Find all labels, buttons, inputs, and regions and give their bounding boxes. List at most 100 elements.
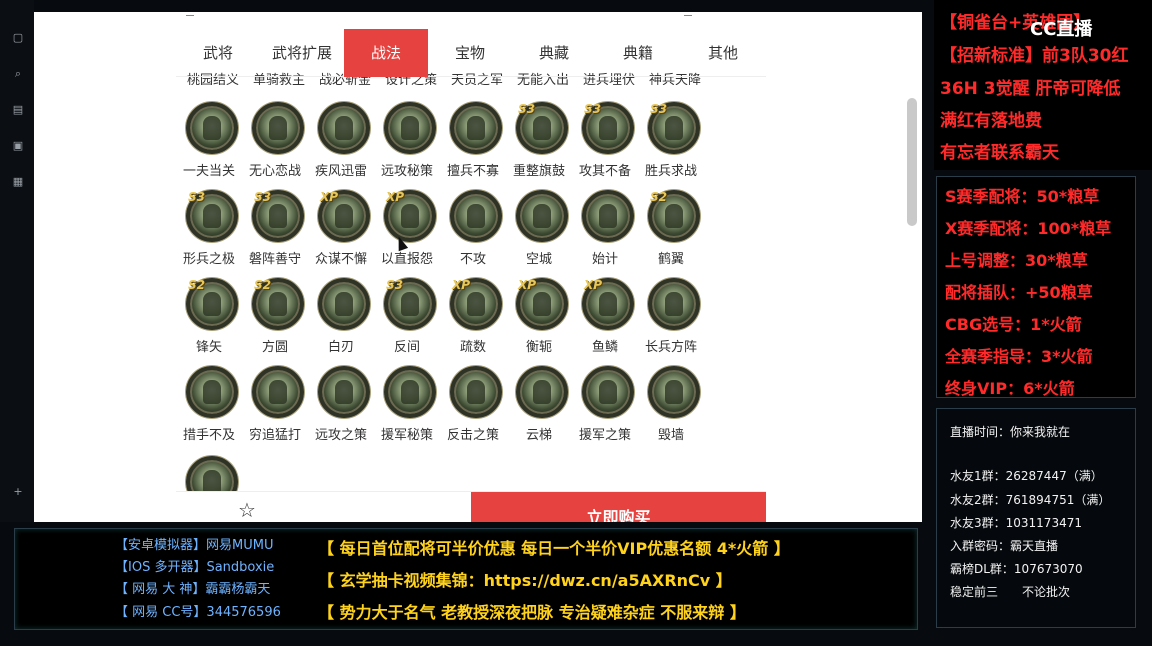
skill-label: 疏数 [459, 340, 486, 355]
skill-item[interactable]: 疾风迅雷 [308, 102, 374, 190]
skill-medal-icon [252, 366, 304, 418]
skill-item[interactable]: S3 攻其不备 [572, 102, 638, 190]
skill-item[interactable]: XP 疏数 [440, 278, 506, 366]
page-icon[interactable]: ▤ [12, 104, 24, 116]
skill-item[interactable]: 毁墙 [638, 366, 704, 454]
stream-screen: ▢ ⌕ ▤ ▣ ▦ + 桃园结义 单骑救主 战必斩金 设计之策 天员之军 无能入… [0, 0, 1152, 646]
skill-medal-icon [318, 366, 370, 418]
skill-medal-icon: S3 [384, 278, 436, 330]
bottom-bar: ☆ 立即购买 [176, 491, 766, 522]
skill-medal-icon: S2 [186, 278, 238, 330]
tab-diancang[interactable]: 典藏 [512, 29, 596, 77]
skill-item[interactable]: 空城 [506, 190, 572, 278]
season-badge: S2 [188, 278, 205, 292]
skill-item[interactable]: XP 鱼鳞 [572, 278, 638, 366]
skill-item[interactable]: 远攻之策 [308, 366, 374, 454]
skill-label: 反击之策 [446, 428, 499, 443]
skill-item[interactable]: S2 锋矢 [176, 278, 242, 366]
skill-medal-icon [186, 102, 238, 154]
price-line: S赛季配将：50*粮草 [945, 187, 1100, 206]
skill-medal-icon: S3 [252, 190, 304, 242]
grid-icon[interactable]: ▦ [12, 176, 24, 188]
group-line: 入群密码：霸天直播 [950, 539, 1059, 553]
back-icon[interactable] [186, 12, 194, 16]
skill-item[interactable]: S3 磐阵善守 [242, 190, 308, 278]
favorite-star-icon[interactable]: ☆ [238, 498, 256, 522]
skill-medal-icon [186, 366, 238, 418]
skill-label: 长兵方阵 [644, 340, 697, 355]
skill-item[interactable]: S3 反间 [374, 278, 440, 366]
group-line: 水友3群：1031173471 [950, 516, 1082, 530]
price-line: X赛季配将：100*粮草 [945, 219, 1112, 238]
skill-item[interactable]: 不攻 [440, 190, 506, 278]
skill-item[interactable]: 白刃 [308, 278, 374, 366]
skill-item[interactable]: 反击之策 [440, 366, 506, 454]
skill-item[interactable]: 援军之策 [572, 366, 638, 454]
season-badge: S2 [254, 278, 271, 292]
price-panel: S赛季配将：50*粮草 X赛季配将：100*粮草 上号调整：30*粮草 配将插队… [936, 176, 1136, 398]
skill-item[interactable]: 一夫当关 [176, 102, 242, 190]
skill-item[interactable]: 云梯 [506, 366, 572, 454]
skill-label: 以直报怨 [380, 252, 433, 267]
buy-now-button[interactable]: 立即购买 [471, 492, 766, 522]
tab-zhanfa[interactable]: 战法 [344, 29, 428, 77]
skill-label: 白刃 [327, 340, 354, 355]
skill-medal-icon [252, 102, 304, 154]
skill-item[interactable]: S3 形兵之极 [176, 190, 242, 278]
season-badge: XP [452, 278, 471, 292]
skill-item[interactable]: S3 胜兵求战 [638, 102, 704, 190]
tab-wujiang-ext[interactable]: 武将扩展 [260, 29, 344, 77]
search-icon[interactable]: ⌕ [12, 68, 24, 80]
skill-medal-icon [318, 102, 370, 154]
skill-medal-icon: S3 [582, 102, 634, 154]
banner-right-line: 【 每日首位配将可半价优惠 每日一个半价VIP优惠名额 4*火箭 】 [318, 539, 790, 558]
skill-label: 鱼鳞 [591, 340, 618, 355]
plus-icon[interactable]: + [12, 486, 24, 498]
banner-left-line: 【 网易 大 神】霸霸杨霸天 [115, 582, 271, 597]
tab-wujiang[interactable]: 武将 [176, 29, 260, 77]
skill-item[interactable]: XP 以直报怨 [374, 190, 440, 278]
skill-medal-icon: XP [384, 190, 436, 242]
window-icon[interactable]: ▢ [12, 32, 24, 44]
skill-item[interactable]: XP 衡轭 [506, 278, 572, 366]
skill-label: 援军秘策 [380, 428, 433, 443]
skill-item[interactable]: S2 鹤翼 [638, 190, 704, 278]
skill-medal-icon [582, 190, 634, 242]
banner-left-line: 【 网易 CC号】344576596 [115, 605, 281, 620]
info-line: 满红有落地费 [940, 111, 1042, 131]
skill-item[interactable]: 穷追猛打 [242, 366, 308, 454]
skill-label: 毁墙 [657, 428, 684, 443]
skill-item[interactable]: 措手不及 [176, 366, 242, 454]
bottom-banner: 【安卓模拟器】网易MUMU 【IOS 多开器】Sandboxie 【 网易 大 … [14, 528, 918, 630]
skill-item[interactable]: 援军秘策 [374, 366, 440, 454]
skill-item[interactable]: S2 方圆 [242, 278, 308, 366]
share-icon[interactable] [684, 12, 692, 16]
skill-item[interactable]: 始计 [572, 190, 638, 278]
skill-item[interactable]: XP 众谋不懈 [308, 190, 374, 278]
season-badge: S3 [518, 102, 535, 116]
skill-medal-icon: XP [516, 278, 568, 330]
banner-right-line: 【 玄学抽卡视频集锦：https://dwz.cn/a5AXRnCv 】 [318, 571, 732, 590]
skill-label: 磐阵善守 [248, 252, 301, 267]
skill-item[interactable]: S3 重整旗鼓 [506, 102, 572, 190]
skill-medal-icon [648, 278, 700, 330]
skill-label: 重整旗鼓 [512, 164, 565, 179]
tab-other[interactable]: 其他 [680, 29, 766, 77]
info-line: 36H 3觉醒 肝帝可降低 [940, 79, 1121, 99]
skill-medal-icon: S3 [186, 190, 238, 242]
skill-medal-icon: S3 [516, 102, 568, 154]
season-badge: S3 [188, 190, 205, 204]
skill-label: 锋矢 [195, 340, 222, 355]
skill-item[interactable]: 远攻秘策 [374, 102, 440, 190]
skill-item[interactable]: 擅兵不寡 [440, 102, 506, 190]
tab-baowu[interactable]: 宝物 [428, 29, 512, 77]
skill-label: 攻其不备 [578, 164, 631, 179]
skill-medal-icon [516, 190, 568, 242]
skill-item[interactable]: 长兵方阵 [638, 278, 704, 366]
skill-label: 无心恋战 [248, 164, 301, 179]
skill-label: 始计 [591, 252, 618, 267]
skill-item[interactable]: 无心恋战 [242, 102, 308, 190]
screen-icon[interactable]: ▣ [12, 140, 24, 152]
tab-dianji[interactable]: 典籍 [596, 29, 680, 77]
scrollbar[interactable] [907, 98, 917, 226]
